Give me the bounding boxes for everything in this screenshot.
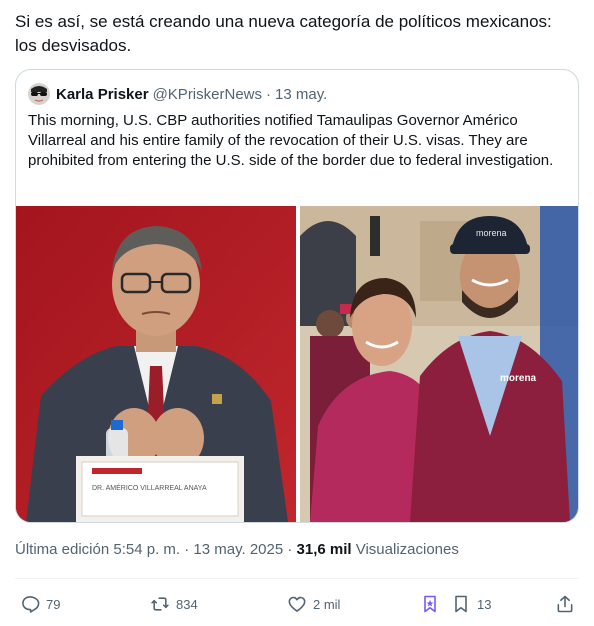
tweet-text: Si es así, se está creando una nueva cat… <box>15 10 580 58</box>
photo-couple[interactable]: morena morena <box>300 206 578 522</box>
repost-button[interactable]: 834 <box>150 590 198 618</box>
author-handle[interactable]: @KPriskerNews <box>153 86 262 103</box>
action-bar: 79 834 2 mil 13 <box>0 590 594 618</box>
like-icon <box>288 596 306 612</box>
author-avatar[interactable] <box>28 83 50 105</box>
like-button[interactable]: 2 mil <box>287 590 340 618</box>
share-button[interactable] <box>555 590 575 618</box>
edited-timestamp[interactable]: Última edición 5:54 p. m. · 13 may. 2025… <box>15 541 297 558</box>
quoted-tweet-header: Karla Prisker @KPriskerNews · 13 may. <box>28 83 327 105</box>
reply-button[interactable]: 79 <box>20 590 60 618</box>
author-name[interactable]: Karla Prisker <box>56 86 149 103</box>
reply-count: 79 <box>46 596 61 612</box>
quoted-tweet-text: This morning, U.S. CBP authorities notif… <box>28 112 554 169</box>
bookmark-button[interactable]: 13 <box>451 590 491 618</box>
grok-button[interactable] <box>420 590 440 618</box>
vest-logo: morena <box>500 373 537 384</box>
repost-count: 834 <box>176 596 198 612</box>
quoted-tweet-card[interactable]: Karla Prisker @KPriskerNews · 13 may. Th… <box>15 69 579 523</box>
separator-dot: · <box>266 85 271 103</box>
tweet-text-line-2: los desvisados. <box>15 36 132 55</box>
repost-icon <box>151 597 169 611</box>
bookmark-count: 13 <box>477 596 492 612</box>
share-icon <box>557 595 573 613</box>
post-date[interactable]: 13 may. <box>275 86 327 103</box>
reply-icon <box>22 596 40 613</box>
tweet-text-line-1: Si es así, se está creando una nueva cat… <box>15 12 552 31</box>
divider <box>15 578 579 579</box>
grok-icon <box>424 595 436 613</box>
bookmark-icon <box>455 595 467 613</box>
podium-nameplate: DR. AMÉRICO VILLARREAL ANAYA <box>92 483 207 492</box>
like-count: 2 mil <box>313 596 341 612</box>
media-grid: DR. AMÉRICO VILLARREAL ANAYA morena more… <box>16 206 578 522</box>
views-label: Visualizaciones <box>351 541 459 558</box>
views-count: 31,6 mil <box>296 541 352 558</box>
photo-governor[interactable]: DR. AMÉRICO VILLARREAL ANAYA <box>16 206 296 522</box>
cap-logo: morena <box>476 228 507 238</box>
post-meta: Última edición 5:54 p. m. · 13 may. 2025… <box>15 541 459 558</box>
